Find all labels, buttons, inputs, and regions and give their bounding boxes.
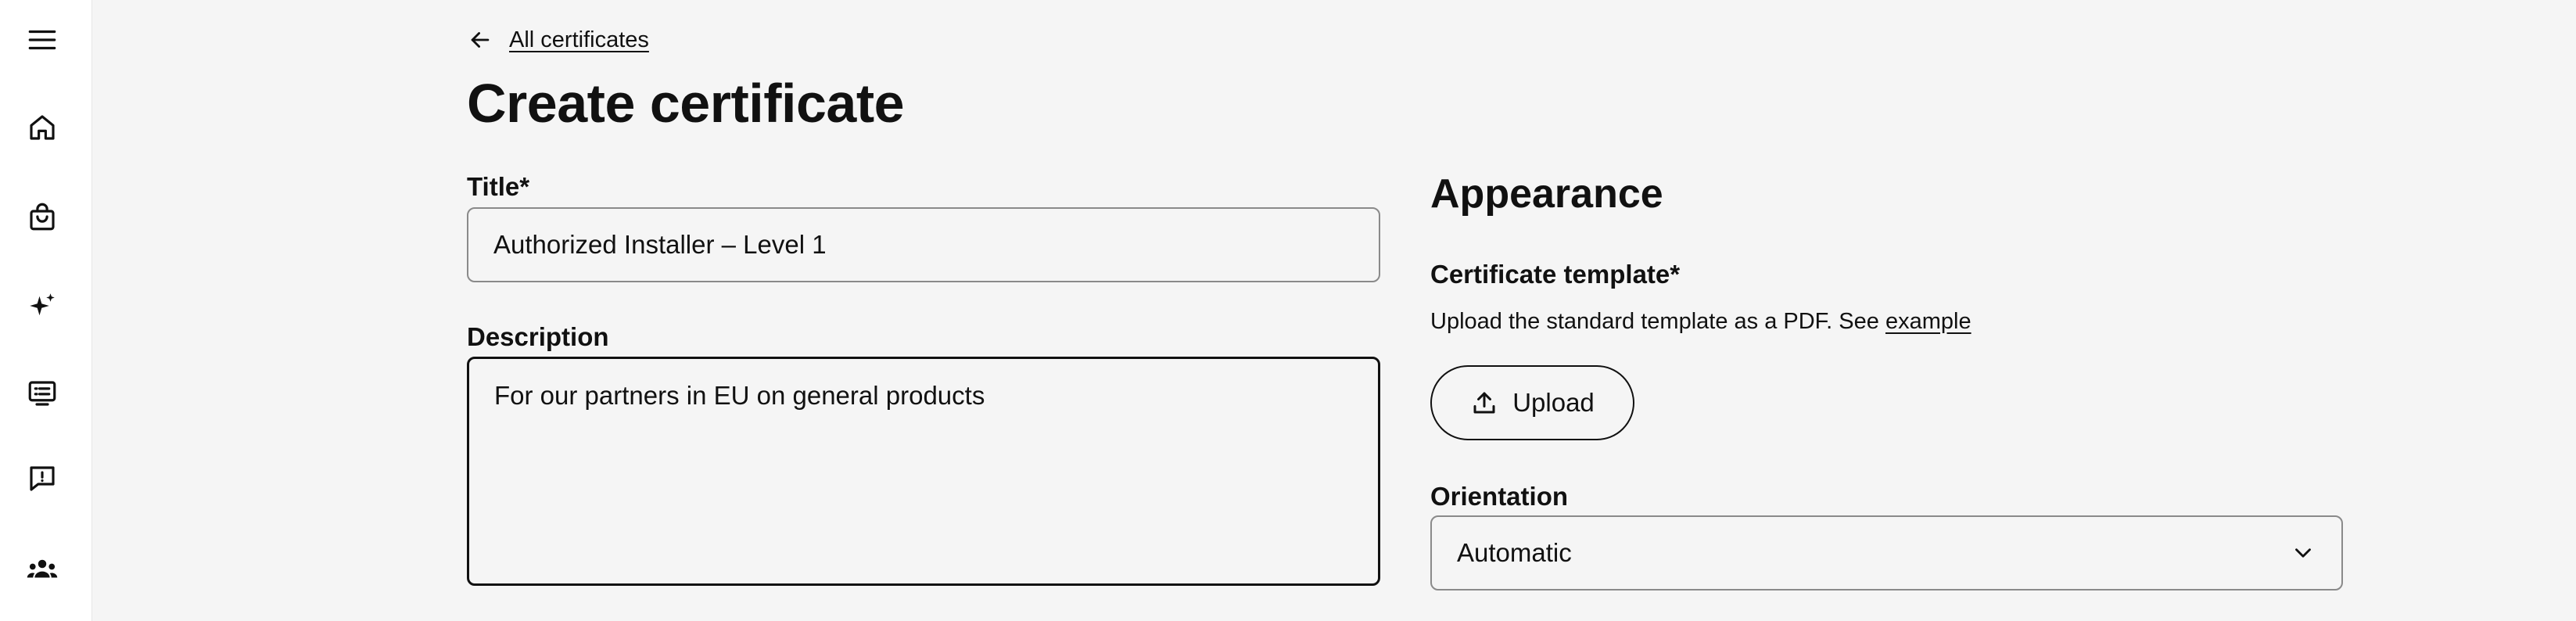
upload-button-label: Upload (1512, 388, 1595, 417)
certificate-template-label: Certificate template* (1430, 260, 1681, 289)
title-input[interactable] (467, 207, 1380, 282)
template-help-label: Upload the standard template as a PDF. S… (1430, 309, 1885, 334)
certificate-icon (28, 381, 56, 406)
sidebar-item-home[interactable] (11, 96, 74, 159)
sidebar-item-feedback[interactable] (11, 447, 74, 510)
sidebar (0, 0, 92, 621)
orientation-select[interactable]: Automatic (1430, 515, 2343, 590)
arrow-left-icon (471, 32, 490, 48)
sidebar-item-ai[interactable] (11, 275, 74, 337)
feedback-icon (30, 466, 55, 491)
orientation-selected-value: Automatic (1457, 538, 1572, 567)
chevron-down-icon (2295, 548, 2311, 558)
example-link[interactable]: example (1885, 309, 1971, 334)
home-icon (30, 115, 55, 140)
sparkles-icon (30, 293, 55, 316)
shopping-bag-icon (30, 203, 55, 231)
sidebar-item-people[interactable] (11, 538, 74, 601)
upload-icon (1473, 392, 1495, 414)
page-title: Create certificate (467, 73, 905, 134)
menu-icon (28, 30, 56, 50)
appearance-heading: Appearance (1430, 171, 1663, 217)
back-link[interactable]: All certificates (467, 27, 649, 53)
orientation-label: Orientation (1430, 482, 1569, 511)
template-help-text: Upload the standard template as a PDF. S… (1430, 309, 1971, 335)
sidebar-item-certificates[interactable] (11, 362, 74, 425)
sidebar-item-shop[interactable] (11, 185, 74, 248)
description-textarea[interactable]: For our partners in EU on general produc… (467, 357, 1380, 586)
description-label: Description (467, 322, 609, 351)
title-label: Title* (467, 172, 530, 201)
people-icon (27, 559, 58, 578)
back-link-label: All certificates (509, 27, 649, 52)
upload-button[interactable]: Upload (1430, 365, 1634, 440)
menu-button[interactable] (11, 9, 74, 71)
